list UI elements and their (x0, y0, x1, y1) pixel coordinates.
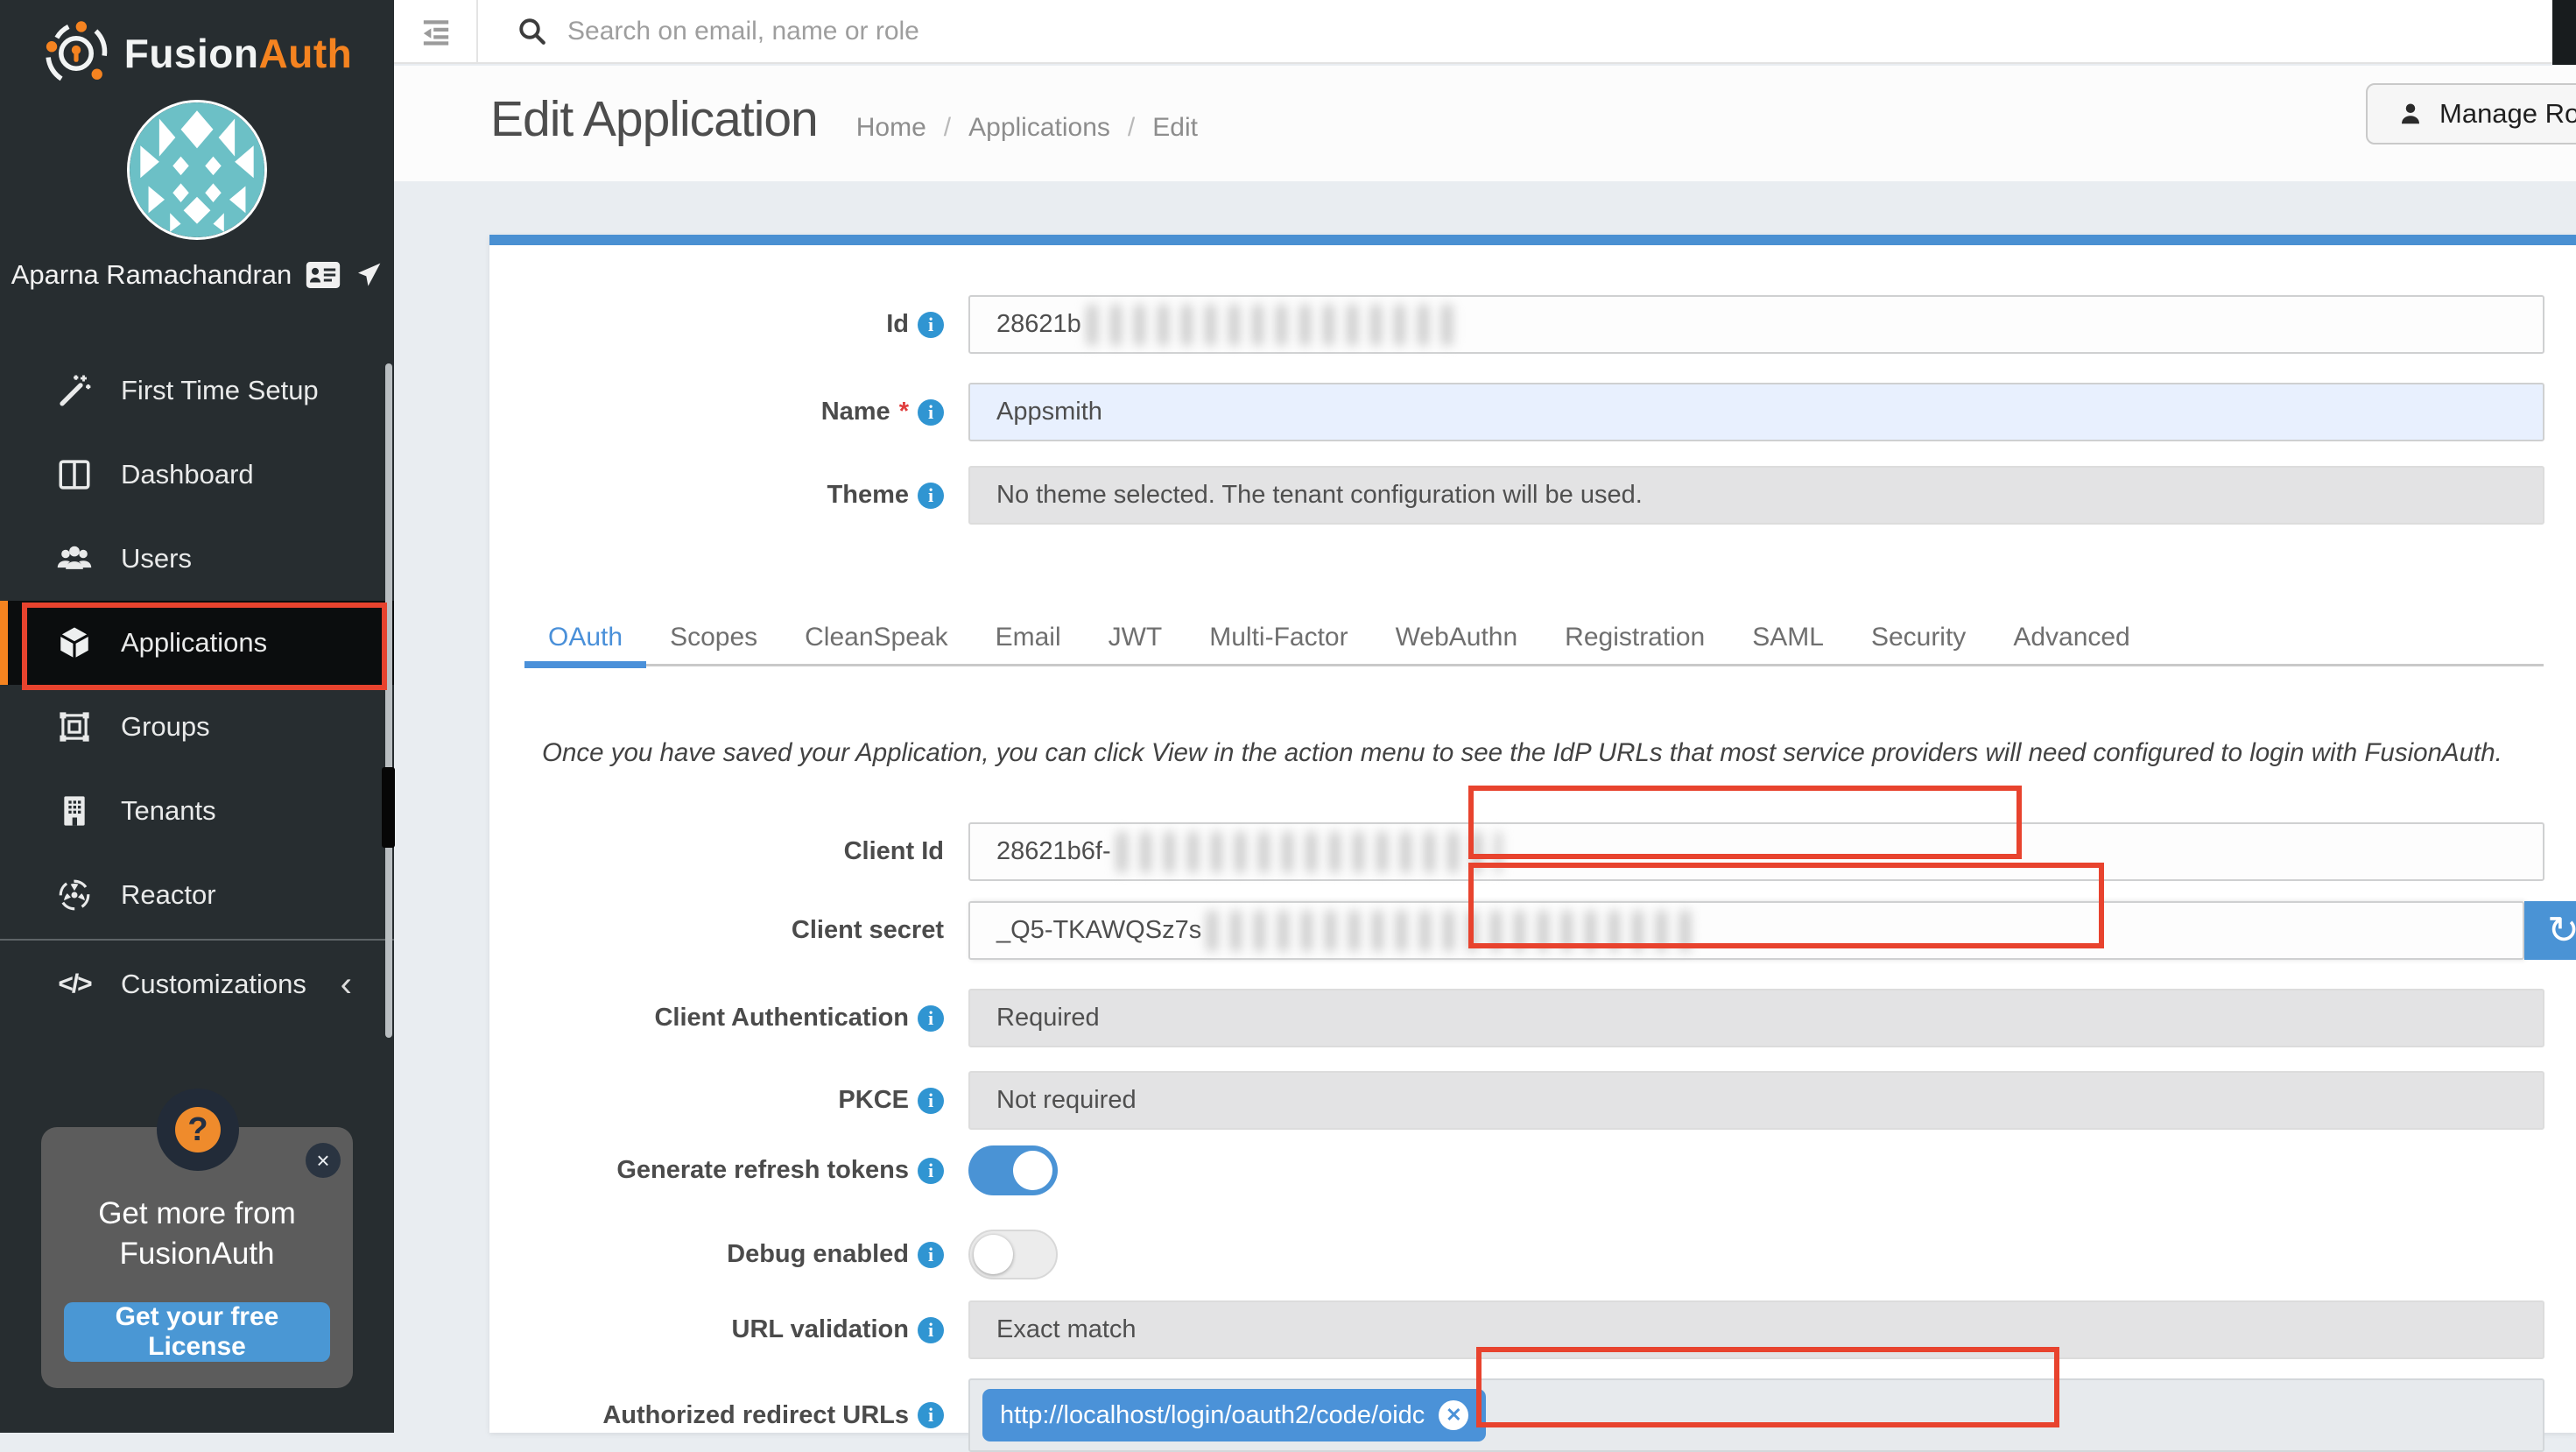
info-icon[interactable] (918, 1088, 944, 1114)
search-icon (517, 16, 548, 47)
tab-security[interactable]: Security (1848, 616, 1989, 664)
client-secret-input[interactable]: _Q5-TKAWQSz7s (968, 901, 2524, 960)
client-id-input[interactable]: 28621b6f- (968, 822, 2544, 881)
impersonate-icon[interactable] (355, 261, 383, 289)
sidebar-item-dashboard[interactable]: Dashboard (0, 433, 394, 517)
info-icon[interactable] (918, 1158, 944, 1184)
info-icon[interactable] (918, 1402, 944, 1428)
oauth-note: Once you have saved your Application, yo… (542, 738, 2544, 768)
search-input[interactable] (567, 17, 1793, 46)
application-tabs: OAuth Scopes CleanSpeak Email JWT Multi-… (524, 616, 2544, 666)
topbar (394, 0, 2576, 64)
field-row-pkce: PKCE Not required (524, 1071, 2544, 1130)
lock-logo-icon (42, 19, 110, 88)
edit-application-panel: Id 28621b Name* Appsmith (489, 235, 2576, 1433)
sidebar: FusionAuth (0, 0, 394, 1433)
wand-icon (54, 370, 95, 411)
sidebar-item-applications[interactable]: Applications (0, 601, 394, 685)
avatar[interactable] (127, 100, 267, 240)
page-title: Edit Application (490, 90, 818, 148)
field-row-authorized-redirect-urls: Authorized redirect URLs http://localhos… (524, 1378, 2544, 1452)
tab-email[interactable]: Email (972, 616, 1085, 664)
sidebar-item-customizations[interactable]: </> Customizations ‹ (0, 942, 394, 1026)
remove-chip-icon[interactable] (1439, 1400, 1468, 1430)
info-icon[interactable] (918, 1242, 944, 1268)
field-row-generate-refresh-tokens: Generate refresh tokens (524, 1145, 2544, 1195)
redirect-url-chip: http://localhost/login/oauth2/code/oidc (982, 1389, 1486, 1441)
client-authentication-select: Required (968, 989, 2544, 1047)
name-input[interactable]: Appsmith (968, 383, 2544, 441)
topbar-divider (476, 0, 478, 63)
cube-icon (54, 623, 95, 663)
generate-refresh-tokens-toggle[interactable] (968, 1145, 1058, 1195)
sidebar-item-groups[interactable]: Groups (0, 685, 394, 769)
sidebar-scrollbar-track[interactable] (385, 363, 392, 1038)
users-icon (54, 539, 95, 579)
tab-oauth[interactable]: OAuth (524, 616, 646, 664)
redacted-blur (1116, 832, 1502, 872)
field-row-client-id: Client Id 28621b6f- (524, 822, 2544, 881)
tab-webauthn[interactable]: WebAuthn (1372, 616, 1542, 664)
page-scrollbar-thumb[interactable] (2552, 0, 2576, 65)
debug-enabled-toggle[interactable] (968, 1230, 1058, 1279)
tab-registration[interactable]: Registration (1541, 616, 1728, 664)
sidebar-nav: First Time Setup Dashboard (0, 349, 394, 1026)
field-row-client-authentication: Client Authentication Required (524, 989, 2544, 1047)
object-group-icon (54, 707, 95, 747)
promo-card: ? × Get more from FusionAuth Get your fr… (41, 1127, 353, 1388)
sidebar-item-users[interactable]: Users (0, 517, 394, 601)
info-icon[interactable] (918, 1317, 944, 1343)
info-icon[interactable] (918, 399, 944, 426)
dashboard-icon (54, 455, 95, 495)
field-row-id: Id 28621b (524, 295, 2544, 354)
tab-cleanspeak[interactable]: CleanSpeak (781, 616, 971, 664)
tab-scopes[interactable]: Scopes (646, 616, 781, 664)
reactor-icon (54, 875, 95, 915)
field-row-theme: Theme No theme selected. The tenant conf… (524, 466, 2544, 525)
id-input[interactable]: 28621b (968, 295, 2544, 354)
tab-multi-factor[interactable]: Multi-Factor (1186, 616, 1371, 664)
contact-card-icon[interactable] (306, 261, 341, 289)
building-icon (54, 791, 95, 831)
code-icon: </> (54, 964, 95, 1004)
field-row-url-validation: URL validation Exact match (524, 1300, 2544, 1359)
tab-advanced[interactable]: Advanced (1989, 616, 2153, 664)
regenerate-secret-button[interactable] (2524, 901, 2576, 960)
sidebar-item-first-time-setup[interactable]: First Time Setup (0, 349, 394, 433)
theme-select: No theme selected. The tenant configurat… (968, 466, 2544, 525)
help-badge: ? (157, 1089, 239, 1171)
authorized-redirect-urls-input[interactable]: http://localhost/login/oauth2/code/oidc (968, 1378, 2544, 1452)
field-row-client-secret: Client secret _Q5-TKAWQSz7s (524, 901, 2544, 960)
person-icon (2397, 101, 2424, 127)
user-name: Aparna Ramachandran (11, 259, 292, 291)
promo-title: Get more from FusionAuth (41, 1194, 353, 1274)
field-row-name: Name* Appsmith (524, 383, 2544, 441)
manage-roles-button[interactable]: Manage Roles (2366, 83, 2576, 144)
sidebar-scrollbar-thumb[interactable] (382, 767, 395, 848)
sidebar-item-reactor[interactable]: Reactor (0, 853, 394, 937)
info-icon[interactable] (918, 483, 944, 509)
info-icon[interactable] (918, 1005, 944, 1032)
url-validation-select: Exact match (968, 1300, 2544, 1359)
redacted-blur (1087, 305, 1454, 345)
breadcrumb-home[interactable]: Home (856, 113, 926, 143)
info-icon[interactable] (918, 312, 944, 338)
page-header: Edit Application Home / Applications / E… (394, 66, 2576, 181)
breadcrumb-edit: Edit (1152, 113, 1198, 143)
sidebar-toggle-icon[interactable] (419, 17, 454, 46)
tab-saml[interactable]: SAML (1728, 616, 1848, 664)
redacted-blur (1207, 911, 1697, 951)
fusionauth-logo[interactable]: FusionAuth (0, 0, 394, 88)
tab-jwt[interactable]: JWT (1085, 616, 1186, 664)
close-icon[interactable]: × (306, 1143, 341, 1178)
breadcrumb-applications[interactable]: Applications (968, 113, 1110, 143)
field-row-debug-enabled: Debug enabled (524, 1230, 2544, 1279)
pkce-select: Not required (968, 1071, 2544, 1130)
get-free-license-button[interactable]: Get your free License (64, 1302, 330, 1362)
breadcrumb: Home / Applications / Edit (856, 113, 1198, 143)
question-icon: ? (175, 1107, 221, 1152)
logo-text: FusionAuth (124, 30, 353, 77)
sidebar-divider (0, 939, 394, 941)
sidebar-item-tenants[interactable]: Tenants (0, 769, 394, 853)
